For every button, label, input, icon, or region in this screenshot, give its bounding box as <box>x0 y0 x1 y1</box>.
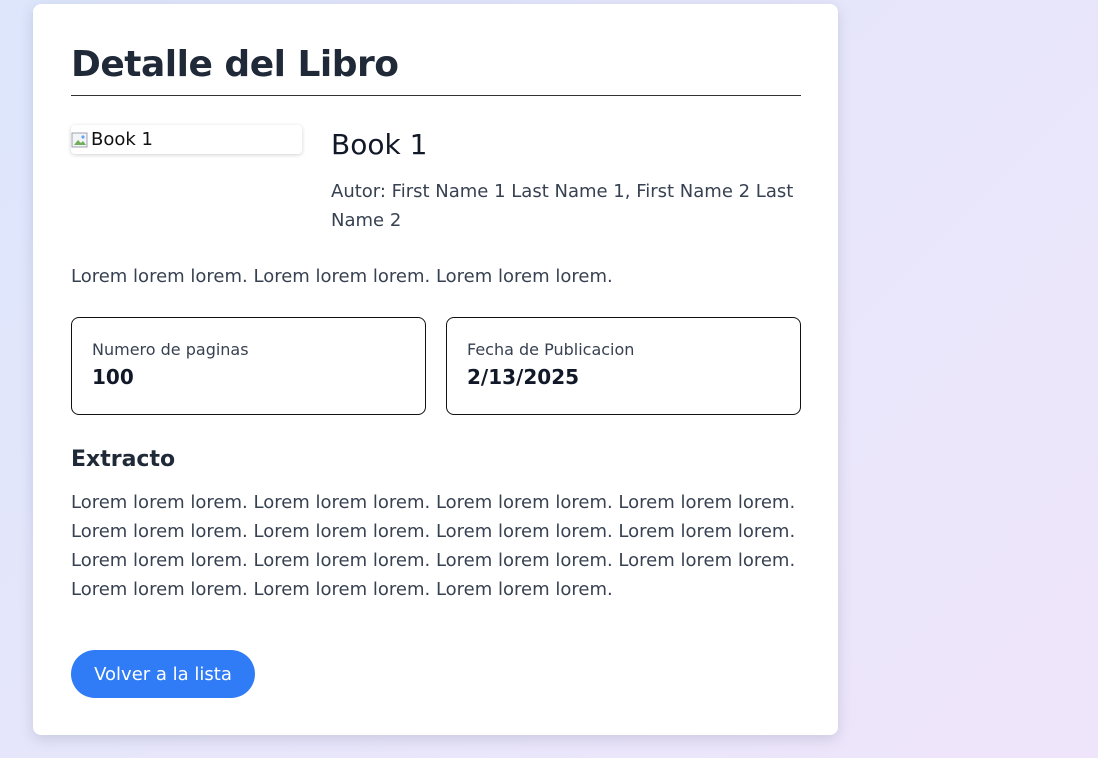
broken-image-icon <box>71 132 88 147</box>
pages-value: 100 <box>92 365 134 389</box>
title-divider <box>71 95 801 96</box>
publication-date-stat-card: Fecha de Publicacion 2/13/2025 <box>446 317 801 415</box>
pages-label: Numero de paginas <box>92 340 249 359</box>
book-title: Book 1 <box>331 128 428 161</box>
back-to-list-button[interactable]: Volver a la lista <box>71 650 255 698</box>
publication-date-label: Fecha de Publicacion <box>467 340 635 359</box>
book-cover-alt-text: Book 1 <box>91 129 153 150</box>
excerpt-heading: Extracto <box>71 447 176 472</box>
book-author: Autor: First Name 1 Last Name 1, First N… <box>331 181 794 231</box>
page-title: Detalle del Libro <box>71 44 399 85</box>
book-cover-image: Book 1 <box>71 125 302 154</box>
excerpt-text: Lorem lorem lorem. Lorem lorem lorem. Lo… <box>71 492 796 600</box>
book-detail-card: Detalle del Libro Book 1 Book 1 Autor: F… <box>33 4 838 735</box>
publication-date-value: 2/13/2025 <box>467 365 580 389</box>
book-description: Lorem lorem lorem. Lorem lorem lorem. Lo… <box>71 266 613 287</box>
pages-stat-card: Numero de paginas 100 <box>71 317 426 415</box>
